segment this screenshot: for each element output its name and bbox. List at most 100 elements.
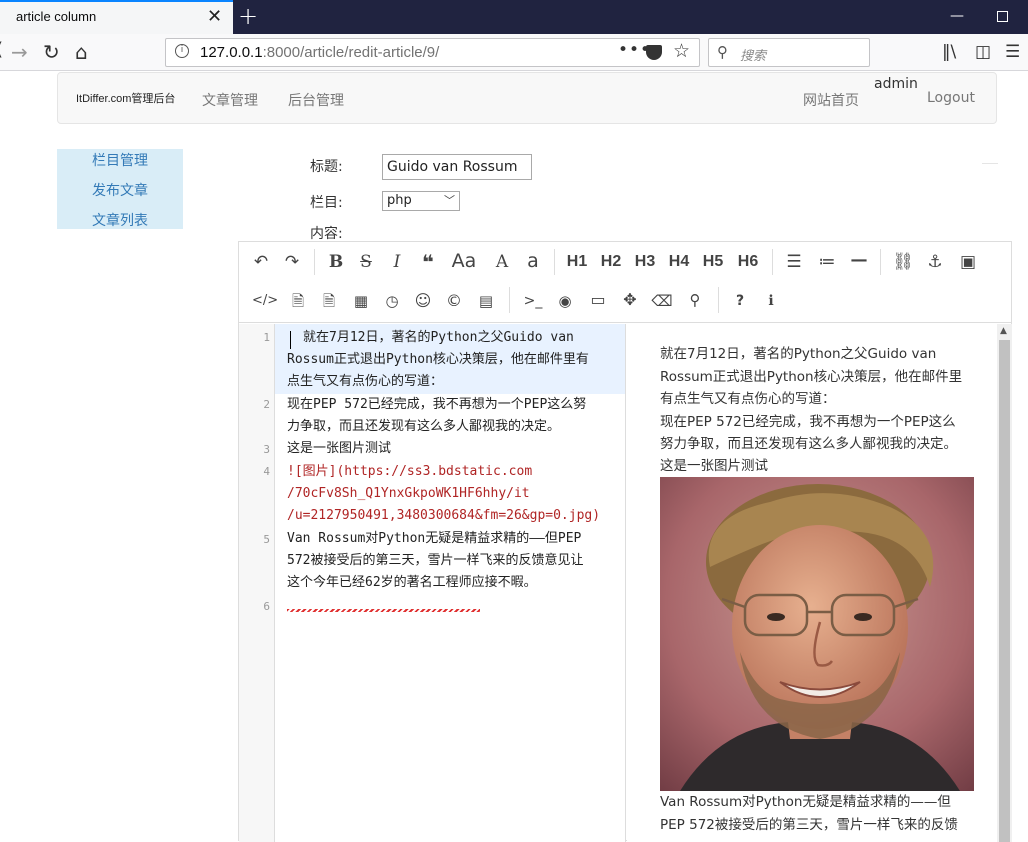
info-icon[interactable]: ℹ [758,289,784,313]
toolbar-separator [509,287,510,313]
watch-toggle-icon[interactable]: ◉ [552,289,578,313]
anchor-icon[interactable]: ⚓ [922,250,948,274]
code-line: Van Rossum对Python无疑是精益求精的——但PEP [287,531,582,546]
minimize-icon[interactable]: — [950,8,964,24]
sidebar-item-publish-article[interactable]: 发布文章 [57,180,183,200]
nav-article-manage[interactable]: 文章管理 [202,90,258,110]
preview-line: Rossum正式退出Python核心决策层，他在邮件里 [660,369,963,385]
code-block-icon[interactable]: 🗎 [316,289,342,313]
maximize-icon[interactable] [997,11,1008,22]
column-label: 栏目: [310,195,343,211]
bold-icon[interactable]: B [323,250,349,274]
reload-icon[interactable]: ↻ [43,40,60,64]
close-tab-icon[interactable]: ✕ [207,6,222,27]
sidebar-item-column-manage[interactable]: 栏目管理 [57,150,183,170]
goto-line-icon[interactable]: >_ [520,289,546,313]
code-line: 这是一张图片测试 [287,441,392,456]
brand-logo[interactable]: ItDiffer.com管理后台 [76,90,175,106]
line-number: 4 [263,465,270,478]
forward-icon[interactable]: → [11,40,28,64]
lowercase-icon[interactable]: a [520,249,546,273]
column-select[interactable]: php ﹀ [382,191,460,211]
heading-1-button[interactable]: H1 [562,250,592,274]
toolbar-separator [554,249,555,275]
ordered-list-icon[interactable]: ≔ [814,250,840,274]
heading-5-button[interactable]: H5 [698,250,728,274]
fullscreen-icon[interactable]: ✥ [617,288,643,312]
browser-tab[interactable]: article column ✕ [0,0,233,34]
unordered-list-icon[interactable]: ☰ [781,250,807,274]
menu-icon[interactable]: ☰ [1005,42,1020,62]
preview-line: Van Rossum对Python无疑是精益求精的——但 [660,794,951,810]
image-icon[interactable]: ▣ [955,250,981,274]
line-number: 6 [263,600,270,613]
preview-icon[interactable]: ▭ [585,288,611,312]
app-navbar: ItDiffer.com管理后台 文章管理 后台管理 网站首页 admin Lo… [57,72,997,124]
heading-2-button[interactable]: H2 [596,250,626,274]
emoji-icon[interactable]: ☺ [410,289,436,313]
nav-site-home[interactable]: 网站首页 [803,90,859,110]
heading-4-button[interactable]: H4 [664,250,694,274]
pocket-icon[interactable] [646,45,662,60]
url-text: 127.0.0.1:8000/article/redit-article/9/ [200,44,440,61]
horizontal-rule-icon[interactable]: — [846,248,872,272]
clear-icon[interactable]: ⌫ [649,289,675,313]
preview-scrollbar[interactable]: ▲ [997,324,1012,842]
pagebreak-icon[interactable]: ▤ [473,289,499,313]
code-line: 点生气又有点伤心的写道： [287,374,444,389]
chevron-down-icon: ﹀ [444,194,455,207]
column-selected-value: php [387,193,412,208]
toolbar-separator [718,287,719,313]
scrollbar-thumb[interactable] [999,340,1010,842]
search-icon[interactable]: ⚲ [682,288,708,312]
spellcheck-underline [287,609,480,612]
datetime-icon[interactable]: ◷ [379,289,405,313]
code-line-image-url: /u=2127950491,3480300684&fm=26&gp=0.jpg) [287,508,601,523]
sidebar-toggle-icon[interactable]: ◫ [975,42,991,62]
username: admin [874,76,918,92]
uppercase-icon[interactable]: Aa [447,249,481,273]
help-icon[interactable]: ? [727,289,753,313]
search-placeholder: 搜索 [740,49,767,64]
sidebar-item-article-list[interactable]: 文章列表 [57,210,183,230]
title-input[interactable] [382,154,532,180]
preview-line: 努力争取，而且还发现有这么多人鄙视我的决定。 [660,436,957,452]
logout-link[interactable]: Logout [927,90,975,106]
preview-line: 这是一张图片测试 [660,458,768,474]
back-icon[interactable]: ( [0,38,3,62]
quote-icon[interactable]: ❝ [415,250,441,274]
search-icon: ⚲ [717,43,728,61]
strikethrough-icon[interactable]: S [353,250,379,274]
nav-admin-manage[interactable]: 后台管理 [288,90,344,110]
link-icon[interactable]: ⛓ [890,250,916,274]
table-icon[interactable]: ▦ [348,289,374,313]
title-label: 标题: [310,159,343,175]
preformatted-code-icon[interactable]: 🗎 [285,289,311,313]
library-icon[interactable]: ‖\ [942,42,956,62]
scroll-up-icon[interactable]: ▲ [1000,326,1007,336]
new-tab-icon[interactable]: + [238,2,258,30]
line-number: 2 [263,398,270,411]
capitalize-icon[interactable]: A [489,250,515,274]
heading-6-button[interactable]: H6 [733,250,763,274]
url-bar[interactable]: i 127.0.0.1:8000/article/redit-article/9… [165,38,700,67]
undo-icon[interactable]: ↶ [248,250,274,274]
home-icon[interactable]: ⌂ [75,40,88,64]
sidebar: 栏目管理 发布文章 文章列表 [57,149,183,229]
redo-icon[interactable]: ↷ [279,250,305,274]
tab-title: article column [16,9,97,24]
line-number-gutter: 1 2 3 4 5 6 [239,324,275,842]
line-number: 1 [263,331,270,344]
site-info-icon[interactable]: i [175,44,189,58]
code-line: 这个今年已经62岁的著名工程师应接不暇。 [287,575,537,590]
preview-line: 有点生气又有点伤心的写道： [660,391,836,407]
search-input[interactable]: ⚲ 搜索 [708,38,870,67]
italic-icon[interactable]: I [384,250,410,274]
content-label: 内容: [310,226,343,242]
bookmark-star-icon[interactable]: ☆ [673,40,690,62]
code-icon[interactable]: </> [252,289,278,313]
html-entities-icon[interactable]: © [441,289,467,313]
markdown-source[interactable]: 1 2 3 4 5 6 就在7月12日，著名的Python之父Guido van… [239,324,626,842]
heading-3-button[interactable]: H3 [630,250,660,274]
markdown-editor: ↶ ↷ B S I ❝ Aa A a H1 H2 H3 H4 H5 H6 ☰ ≔… [238,241,1012,842]
